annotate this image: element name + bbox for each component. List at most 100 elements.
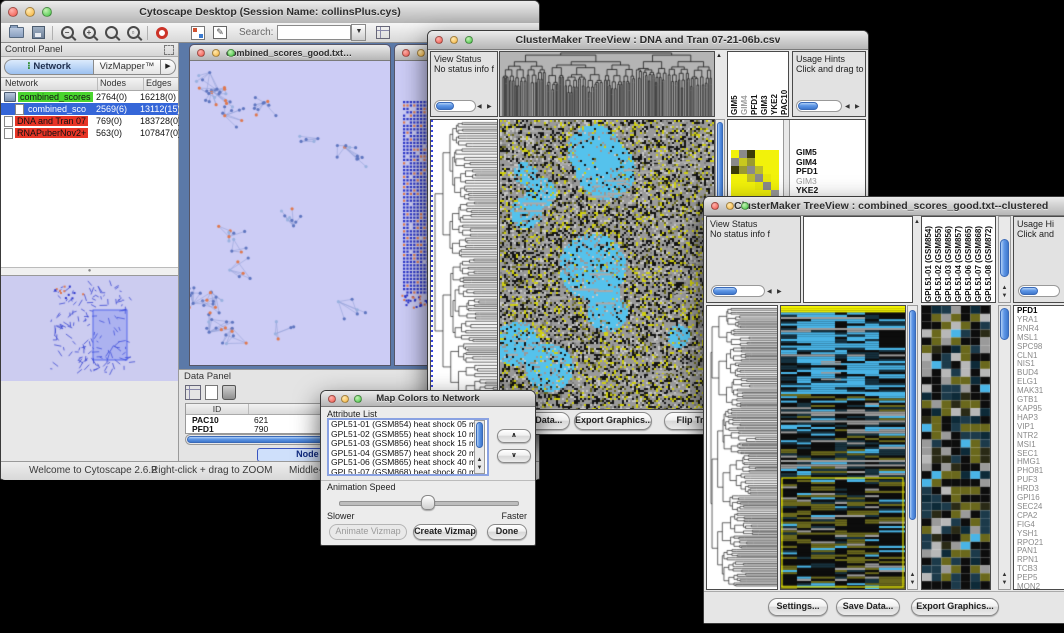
- network-table-row[interactable]: combined_sco2569(6)13112(15): [1, 103, 178, 115]
- window-controls[interactable]: [328, 395, 362, 403]
- t1-heatmap[interactable]: [499, 119, 715, 410]
- close-button[interactable]: [435, 36, 443, 44]
- network-table-row[interactable]: combined_scores2764(0)16218(0): [1, 91, 178, 103]
- attribute-listbox[interactable]: GPL51-01 (GSM854) heat shock 05 minGPL51…: [327, 418, 489, 476]
- close-button[interactable]: [197, 49, 205, 57]
- minimize-button[interactable]: [212, 49, 220, 57]
- t1-column-label[interactable]: GIM4: [740, 53, 750, 115]
- annotation-icon[interactable]: ✎: [209, 24, 231, 41]
- scroll-right-icon[interactable]: ▶: [777, 289, 782, 296]
- dialog-titlebar[interactable]: Map Colors to Network: [321, 391, 535, 407]
- network-table-row[interactable]: RNAPuberNov2+563(0)107847(0): [1, 127, 178, 139]
- zoom-selected-icon[interactable]: ▫: [122, 24, 144, 41]
- t2-titlebar[interactable]: ClusterMaker TreeView : combined_scores_…: [704, 197, 1064, 216]
- main-titlebar[interactable]: Cytoscape Desktop (Session Name: collins…: [1, 1, 539, 24]
- search-input[interactable]: [277, 25, 351, 40]
- vizmapper-icon[interactable]: [187, 24, 209, 41]
- move-up-button[interactable]: ∧: [497, 429, 531, 443]
- zoom-out-icon[interactable]: −: [56, 24, 78, 41]
- t1-usage-hscrollbar[interactable]: [796, 100, 842, 112]
- t1-column-label[interactable]: GIM5: [730, 53, 740, 115]
- minimize-button[interactable]: [450, 36, 458, 44]
- t2-button-settings[interactable]: Settings...: [768, 598, 828, 616]
- save-icon[interactable]: [27, 24, 49, 41]
- t1-row-dendrogram[interactable]: [430, 119, 498, 410]
- delete-attribute-icon[interactable]: [222, 385, 236, 400]
- done-button[interactable]: Done: [487, 524, 527, 540]
- t1-titlebar[interactable]: ClusterMaker TreeView : DNA and Tran 07-…: [428, 31, 868, 50]
- scroll-up-icon[interactable]: ▲: [475, 457, 484, 464]
- t1-column-label[interactable]: YKE2: [770, 53, 780, 115]
- t2-button-export-graphics[interactable]: Export Graphics...: [911, 598, 999, 616]
- scroll-right-icon[interactable]: ▶: [855, 104, 860, 111]
- tab-vizmapper[interactable]: VizMapper™: [94, 59, 161, 75]
- col-network[interactable]: Network: [1, 78, 98, 90]
- overview-divider[interactable]: ●: [1, 267, 178, 276]
- search-dropdown-button[interactable]: ▼: [351, 24, 366, 41]
- scroll-left-icon[interactable]: ◀: [845, 104, 850, 111]
- window-controls[interactable]: [8, 7, 52, 17]
- t2-button-save-data[interactable]: Save Data...: [836, 598, 900, 616]
- attribute-list-vscrollbar[interactable]: ▲ ▼: [474, 420, 485, 474]
- t2-collabel-vscrollbar[interactable]: ▲ ▼: [998, 216, 1011, 303]
- network-table-row[interactable]: DNA and Tran 07769(0)183728(0): [1, 115, 178, 127]
- t1-column-dendrogram[interactable]: [499, 51, 715, 117]
- minimize-button[interactable]: [341, 395, 349, 403]
- animate-vizmap-button[interactable]: Animate Vizmap: [329, 524, 407, 540]
- new-attribute-icon[interactable]: [205, 385, 218, 400]
- scroll-down-icon[interactable]: ▼: [908, 580, 917, 587]
- attribute-list-item[interactable]: GPL51-07 (GSM868) heat shock 60 min: [329, 468, 487, 476]
- t2-column-label[interactable]: GPL51-08 (GSM872): [984, 217, 994, 302]
- minimize-button[interactable]: [25, 7, 35, 17]
- close-button[interactable]: [8, 7, 18, 17]
- zoom-fit-icon[interactable]: [100, 24, 122, 41]
- t1-column-label[interactable]: GIM3: [760, 53, 770, 115]
- t2-heatmap-vscrollbar[interactable]: ▲ ▼: [907, 305, 918, 590]
- scroll-left-icon[interactable]: ◀: [477, 104, 482, 111]
- col-nodes[interactable]: Nodes: [98, 78, 144, 90]
- zoom-in-icon[interactable]: +: [78, 24, 100, 41]
- scroll-down-icon[interactable]: ▼: [999, 293, 1010, 300]
- zoom-button[interactable]: [465, 36, 473, 44]
- create-vizmap-button[interactable]: Create Vizmap: [413, 524, 477, 540]
- t2-heatmap[interactable]: [780, 305, 906, 590]
- attribute-browser-icon[interactable]: [372, 24, 394, 41]
- scroll-up-icon[interactable]: ▲: [716, 53, 722, 60]
- tab-overflow-arrow[interactable]: ▶: [161, 59, 176, 75]
- overview-canvas[interactable]: [1, 276, 177, 381]
- gene-label[interactable]: MON2: [1017, 583, 1064, 590]
- t2-column-label[interactable]: GPL51-07 (GSM868): [974, 217, 984, 302]
- attribute-select-icon[interactable]: [185, 385, 201, 400]
- tab-network[interactable]: ⁝ Network: [4, 59, 94, 75]
- slider-thumb[interactable]: [421, 495, 435, 510]
- t2-usage-hscrollbar[interactable]: [1018, 285, 1060, 297]
- t2-zoom-heatmap[interactable]: [921, 305, 991, 590]
- t2-column-label[interactable]: GPL51-03 (GSM856): [944, 217, 954, 302]
- close-button[interactable]: [328, 395, 336, 403]
- t2-column-label[interactable]: GPL51-04 (GSM857): [954, 217, 964, 302]
- scroll-right-icon[interactable]: ▶: [487, 104, 492, 111]
- t2-status-hscrollbar[interactable]: [711, 285, 765, 297]
- t1-status-hscrollbar[interactable]: [434, 100, 476, 112]
- scroll-up-icon[interactable]: ▲: [908, 572, 917, 579]
- network-canvas[interactable]: [190, 61, 388, 365]
- network-overview[interactable]: [1, 276, 178, 381]
- t1-mini-heatmap[interactable]: [731, 150, 779, 198]
- t2-column-label[interactable]: GPL51-01 (GSM854): [924, 217, 934, 302]
- t1-column-label[interactable]: PAC10: [780, 53, 789, 115]
- col-edges[interactable]: Edges: [144, 78, 172, 90]
- window-controls[interactable]: [435, 36, 473, 44]
- t2-column-label[interactable]: GPL51-02 (GSM855): [934, 217, 944, 302]
- close-button[interactable]: [711, 202, 719, 210]
- t1-button-export-graphics[interactable]: Export Graphics...: [574, 412, 652, 430]
- scroll-down-icon[interactable]: ▼: [999, 580, 1010, 587]
- zoom-button[interactable]: [42, 7, 52, 17]
- zoom-button[interactable]: [354, 395, 362, 403]
- float-panel-icon[interactable]: [164, 45, 174, 55]
- window-controls[interactable]: [711, 202, 749, 210]
- window-controls[interactable]: [197, 49, 235, 57]
- t2-row-dendrogram[interactable]: [706, 305, 778, 590]
- open-file-icon[interactable]: [5, 24, 27, 41]
- zoom-button[interactable]: [227, 49, 235, 57]
- move-down-button[interactable]: ∨: [497, 449, 531, 463]
